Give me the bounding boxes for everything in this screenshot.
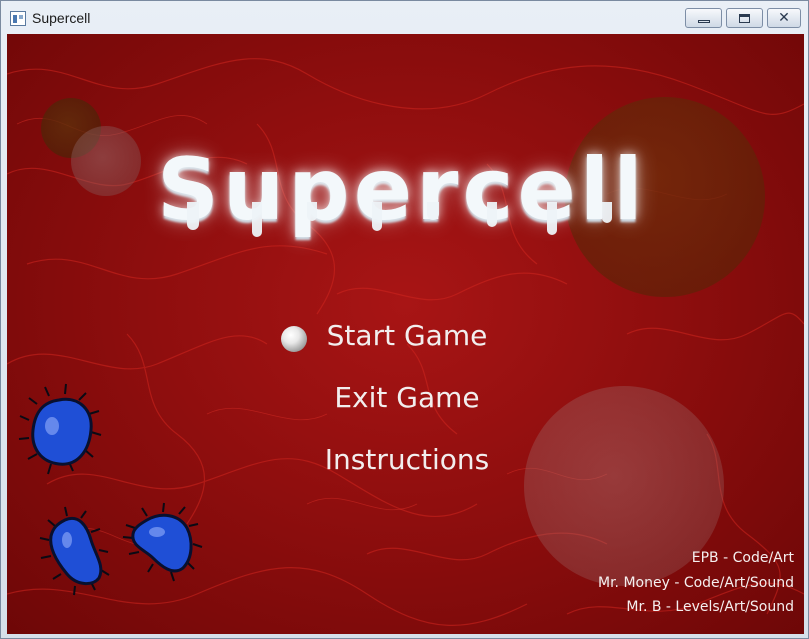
close-button[interactable]: ✕: [767, 8, 801, 28]
window-title: Supercell: [32, 10, 91, 26]
cells-layer: [18, 383, 203, 596]
blue-cell: [49, 517, 103, 585]
credit-line: EPB - Code/Art: [691, 550, 794, 566]
maximize-button[interactable]: [726, 8, 763, 28]
close-icon: ✕: [778, 10, 790, 26]
app-icon[interactable]: [10, 11, 26, 26]
minimize-icon: [697, 19, 710, 23]
credit-line: Mr. Money - Code/Art/Sound: [598, 574, 794, 591]
credit-line: Mr. B - Levels/Art/Sound: [626, 599, 794, 615]
app-window: Supercell ✕ Supercell Start Game Exit Ga…: [0, 0, 809, 639]
credits: EPB - Code/Art Mr. Money - Code/Art/Soun…: [598, 546, 794, 620]
maximize-icon: [739, 13, 750, 23]
game-canvas[interactable]: Supercell Start Game Exit Game Instructi…: [7, 34, 804, 634]
minimize-button[interactable]: [685, 8, 722, 28]
blue-cell: [31, 397, 93, 466]
title-bar[interactable]: Supercell ✕: [1, 1, 808, 34]
blue-cell: [131, 513, 193, 573]
